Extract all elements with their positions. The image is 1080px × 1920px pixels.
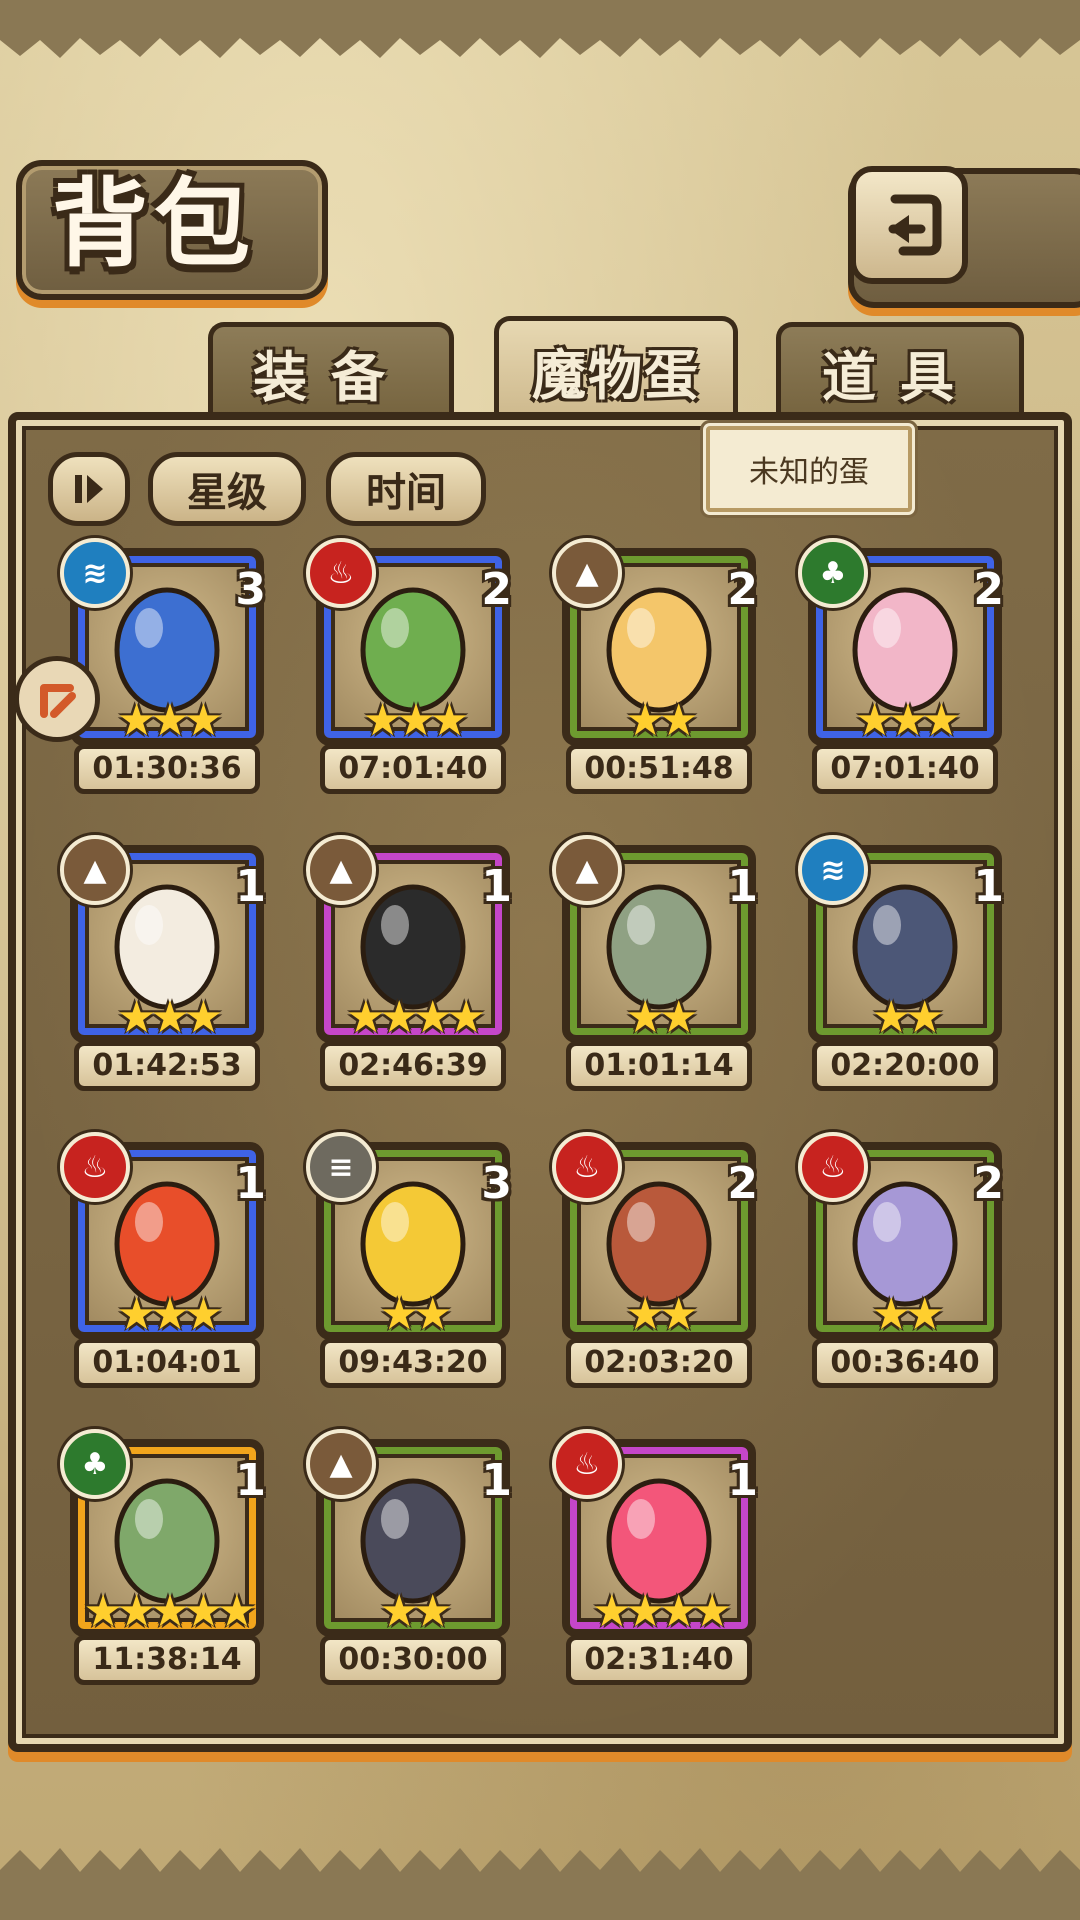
egg-count: 1 xyxy=(481,861,512,912)
egg-card[interactable]: ≋ 1 ★★ 02:20:00 xyxy=(798,835,1008,1095)
sort-by-star-button[interactable]: 星级 xyxy=(148,452,306,526)
egg-card[interactable]: ≋ 3 ★★★ 01:30:36 xyxy=(60,538,270,798)
egg-count: 1 xyxy=(973,861,1004,912)
fire-element-icon: ♨ xyxy=(552,1429,622,1499)
arrow-icon xyxy=(40,684,76,718)
back-button[interactable] xyxy=(850,166,968,284)
hatch-timer: 11:38:14 xyxy=(74,1635,260,1685)
egg-card[interactable]: ♣ 1 ★★★★★ 11:38:14 xyxy=(60,1429,270,1689)
egg-count: 1 xyxy=(727,1455,758,1506)
fire-element-icon: ♨ xyxy=(798,1132,868,1202)
egg-count: 1 xyxy=(235,1455,266,1506)
hatch-timer: 07:01:40 xyxy=(320,744,506,794)
hatch-timer: 01:30:36 xyxy=(74,744,260,794)
star-rating: ★★ xyxy=(379,1289,453,1340)
hatch-timer: 09:43:20 xyxy=(320,1338,506,1388)
egg-card[interactable]: ♨ 2 ★★ 02:03:20 xyxy=(552,1132,762,1392)
page-title: 背包 xyxy=(52,167,256,280)
egg-card[interactable]: ♣ 2 ★★★ 07:01:40 xyxy=(798,538,1008,798)
torn-paper-bottom-edge xyxy=(0,1848,1080,1920)
water-element-icon: ≋ xyxy=(798,835,868,905)
side-expand-button[interactable] xyxy=(14,656,100,742)
wind-element-icon: ≡ xyxy=(306,1132,376,1202)
tab-items-label: 道具 xyxy=(822,344,978,409)
star-rating: ★★★★★ xyxy=(83,1586,256,1637)
nature-element-icon: ♣ xyxy=(798,538,868,608)
egg-card[interactable]: ♨ 1 ★★★ 01:04:01 xyxy=(60,1132,270,1392)
earth-element-icon: ▲ xyxy=(60,835,130,905)
hatch-timer: 00:51:48 xyxy=(566,744,752,794)
star-rating: ★★ xyxy=(871,1289,945,1340)
hatch-timer: 02:20:00 xyxy=(812,1041,998,1091)
water-element-icon: ≋ xyxy=(60,538,130,608)
egg-count: 2 xyxy=(973,564,1004,615)
egg-count: 1 xyxy=(235,1158,266,1209)
hatch-timer: 00:30:00 xyxy=(320,1635,506,1685)
tab-items[interactable]: 道具 xyxy=(776,322,1024,417)
fire-element-icon: ♨ xyxy=(306,538,376,608)
torn-paper-top-edge xyxy=(0,0,1080,58)
tab-equipment[interactable]: 装备 xyxy=(208,322,454,417)
egg-count: 2 xyxy=(481,564,512,615)
egg-count: 2 xyxy=(727,564,758,615)
egg-card[interactable]: ♨ 2 ★★ 00:36:40 xyxy=(798,1132,1008,1392)
star-rating: ★★ xyxy=(379,1586,453,1637)
fire-element-icon: ♨ xyxy=(60,1132,130,1202)
earth-element-icon: ▲ xyxy=(552,538,622,608)
star-rating: ★★★ xyxy=(854,695,961,746)
tab-monster-eggs[interactable]: 魔物蛋 xyxy=(494,316,738,420)
fire-element-icon: ♨ xyxy=(552,1132,622,1202)
egg-count: 2 xyxy=(973,1158,1004,1209)
hatch-timer: 07:01:40 xyxy=(812,744,998,794)
hatch-timer: 01:42:53 xyxy=(74,1041,260,1091)
sort-by-time-button[interactable]: 时间 xyxy=(326,452,486,526)
egg-card[interactable]: ▲ 1 ★★★ 01:42:53 xyxy=(60,835,270,1095)
return-arrow-icon xyxy=(888,194,942,256)
tab-equipment-label: 装备 xyxy=(253,344,409,409)
sort-order-toggle[interactable] xyxy=(48,452,130,526)
egg-card[interactable]: ▲ 1 ★★ 01:01:14 xyxy=(552,835,762,1095)
egg-count: 1 xyxy=(235,861,266,912)
hatch-timer: 00:36:40 xyxy=(812,1338,998,1388)
star-rating: ★★★ xyxy=(362,695,469,746)
egg-card[interactable]: ▲ 1 ★★★★ 02:46:39 xyxy=(306,835,516,1095)
star-rating: ★★★ xyxy=(116,1289,223,1340)
egg-count: 1 xyxy=(727,861,758,912)
egg-card[interactable]: ♨ 1 ★★★★ 02:31:40 xyxy=(552,1429,762,1689)
earth-element-icon: ▲ xyxy=(306,1429,376,1499)
egg-card[interactable]: ♨ 2 ★★★ 07:01:40 xyxy=(306,538,516,798)
sort-order-icon xyxy=(75,475,103,503)
egg-card[interactable]: ▲ 2 ★★ 00:51:48 xyxy=(552,538,762,798)
egg-count: 1 xyxy=(481,1455,512,1506)
nature-element-icon: ♣ xyxy=(60,1429,130,1499)
earth-element-icon: ▲ xyxy=(552,835,622,905)
hatch-timer: 02:03:20 xyxy=(566,1338,752,1388)
star-rating: ★★★★ xyxy=(346,992,486,1043)
tab-monster-eggs-label: 魔物蛋 xyxy=(532,343,700,407)
star-rating: ★★ xyxy=(871,992,945,1043)
hatch-timer: 02:46:39 xyxy=(320,1041,506,1091)
hatch-timer: 01:04:01 xyxy=(74,1338,260,1388)
egg-count: 2 xyxy=(727,1158,758,1209)
star-rating: ★★★ xyxy=(116,992,223,1043)
egg-card[interactable]: ≡ 3 ★★ 09:43:20 xyxy=(306,1132,516,1392)
star-rating: ★★★★ xyxy=(592,1586,732,1637)
earth-element-icon: ▲ xyxy=(306,835,376,905)
star-rating: ★★ xyxy=(625,992,699,1043)
egg-count: 3 xyxy=(481,1158,512,1209)
star-rating: ★★ xyxy=(625,695,699,746)
star-rating: ★★ xyxy=(625,1289,699,1340)
hatch-timer: 02:31:40 xyxy=(566,1635,752,1685)
hatch-timer: 01:01:14 xyxy=(566,1041,752,1091)
egg-card[interactable]: ▲ 1 ★★ 00:30:00 xyxy=(306,1429,516,1689)
unknown-egg-tooltip: 未知的蛋 xyxy=(706,426,912,512)
egg-count: 3 xyxy=(235,564,266,615)
